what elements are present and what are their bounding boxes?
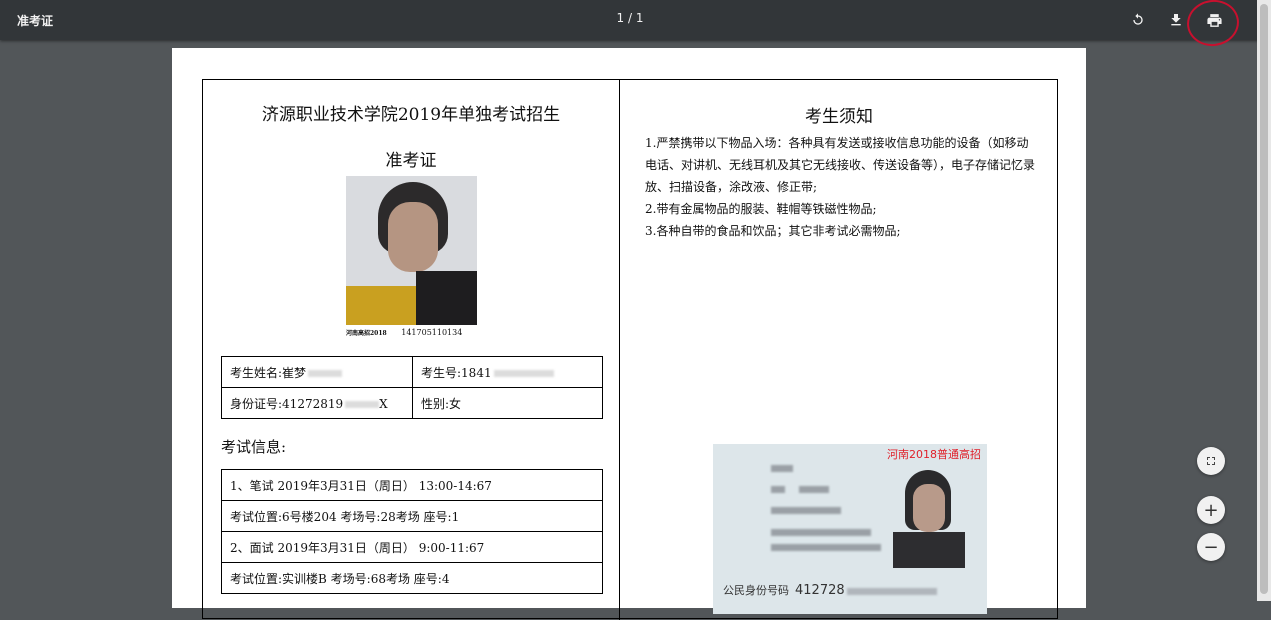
exam-cell: 2、面试 2019年3月31日（周日） 9:00-11:67 [221,531,603,563]
exam-no-cell: 考生号:1841 [412,356,603,388]
exam-cell: 考试位置:6号楼204 考场号:28考场 座号:1 [221,500,603,532]
redaction [493,369,554,377]
card-name: 准考证 [385,151,437,171]
photo-caption: 河南高招2018 141705110134 [346,328,506,337]
table-row: 2、面试 2019年3月31日（周日） 9:00-11:67 [221,531,603,563]
photo-caption-left: 河南高招2018 [346,330,387,337]
candidate-info-table: 考生姓名:崔梦 考生号:1841 身份证号:41272819 X 性别:女 [221,356,603,419]
id-card-image: 河南2018普通高招 公民身份号码 412728 [713,444,987,614]
rotate-button[interactable] [1126,8,1150,32]
table-row: 考试位置:6号楼204 考场号:28考场 座号:1 [221,500,603,532]
idcard-stamp-text: 河南2018普通高招 [887,448,981,461]
candidate-photo [346,176,477,325]
redaction [345,400,380,408]
admission-card-frame: 济源职业技术学院2019年单独考试招生 准考证 河南高招2018 1417051… [202,79,1058,620]
scrollbar[interactable] [1257,0,1271,601]
notice-item: 3.各种自带的食品和饮品；其它非考试必需物品; [645,224,901,238]
notice-title: 考生须知 [805,107,873,127]
redaction [308,369,343,377]
photo-caption-number: 141705110134 [401,328,463,337]
table-row: 考生姓名:崔梦 考生号:1841 [221,356,603,388]
pdf-toolbar: 准考证 1 / 1 [0,0,1271,40]
table-row: 身份证号:41272819 X 性别:女 [221,387,603,419]
scrollbar-thumb[interactable] [1260,4,1268,594]
exam-info-title: 考试信息: [221,438,287,456]
notice-list: 1.严禁携带以下物品入场：各种具有发送或接收信息功能的设备（如移动电话、对讲机、… [645,132,1037,242]
pdf-page: 济源职业技术学院2019年单独考试招生 准考证 河南高招2018 1417051… [172,48,1086,620]
gender-cell: 性别:女 [412,387,603,419]
table-row: 考试位置:实训楼B 考场号:68考场 座号:4 [221,562,603,594]
download-icon [1171,14,1181,26]
exam-cell: 1、笔试 2019年3月31日（周日） 13:00-14:67 [221,469,603,501]
idcard-number: 公民身份号码 412728 [723,582,937,598]
fit-to-page-button[interactable] [1197,447,1225,475]
zoom-out-button[interactable]: − [1197,533,1225,561]
print-highlight-annotation [1184,0,1242,50]
notice-item: 1.严禁携带以下物品入场：各种具有发送或接收信息功能的设备（如移动电话、对讲机、… [645,136,1036,194]
exam-info-table: 1、笔试 2019年3月31日（周日） 13:00-14:67 考试位置:6号楼… [221,469,603,594]
id-cell: 身份证号:41272819 X [221,387,413,419]
download-button[interactable] [1164,8,1188,32]
zoom-in-button[interactable]: + [1197,496,1225,524]
page-indicator: 1 / 1 [616,11,644,25]
redaction [846,587,937,595]
rotate-icon [1133,13,1143,25]
table-row: 1、笔试 2019年3月31日（周日） 13:00-14:67 [221,469,603,501]
school-title: 济源职业技术学院2019年单独考试招生 [261,105,561,125]
document-title: 准考证 [17,14,54,28]
fit-page-icon [1207,457,1215,465]
column-divider [619,80,620,620]
name-cell: 考生姓名:崔梦 [221,356,413,388]
exam-cell: 考试位置:实训楼B 考场号:68考场 座号:4 [221,562,603,594]
notice-item: 2.带有金属物品的服装、鞋帽等铁磁性物品; [645,202,877,216]
